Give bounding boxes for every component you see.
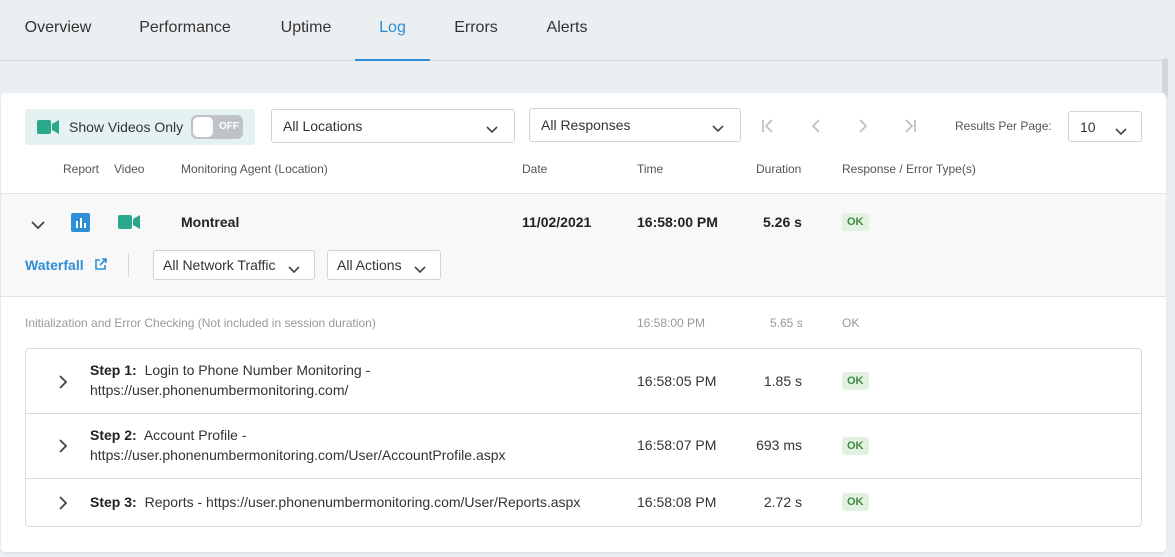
row-agent: Montreal	[181, 214, 240, 230]
column-header-report: Report	[63, 162, 100, 176]
list-item[interactable]: Step 3: Reports - https://user.phonenumb…	[26, 479, 1141, 526]
switch-state-label: OFF	[219, 121, 239, 132]
step-text: Step 1: Login to Phone Number Monitoring…	[90, 362, 371, 398]
chevron-down-icon	[712, 120, 724, 136]
step-text: Step 3: Reports - https://user.phonenumb…	[90, 494, 581, 510]
column-header-duration: Duration	[756, 162, 802, 176]
waterfall-link[interactable]: Waterfall	[25, 257, 107, 274]
next-page-icon[interactable]	[856, 119, 870, 138]
tab-alerts[interactable]: Alerts	[534, 0, 600, 61]
video-camera-icon	[37, 120, 59, 139]
init-status: OK	[842, 316, 860, 330]
video-camera-icon[interactable]	[118, 215, 140, 234]
network-traffic-select[interactable]: All Network Traffic	[153, 250, 315, 280]
locations-select[interactable]: All Locations	[271, 109, 515, 143]
responses-select-value: All Responses	[541, 117, 631, 133]
table-row-expanded: Montreal 11/02/2021 16:58:00 PM 5.26 s O…	[1, 193, 1166, 297]
results-per-page-label: Results Per Page:	[955, 119, 1052, 133]
switch-knob	[193, 117, 213, 137]
results-per-page-select[interactable]: 10	[1068, 111, 1142, 142]
chevron-down-icon[interactable]	[31, 217, 45, 235]
tab-errors[interactable]: Errors	[444, 0, 508, 61]
column-header-video: Video	[114, 162, 145, 176]
step-duration: 2.72 s	[763, 494, 802, 510]
tab-bar: Overview Performance Uptime Log Errors A…	[0, 0, 1165, 61]
chevron-right-icon[interactable]	[58, 375, 68, 394]
column-header-time: Time	[637, 162, 664, 176]
chevron-down-icon	[1115, 123, 1127, 139]
network-traffic-value: All Network Traffic	[163, 257, 276, 273]
column-header-response: Response / Error Type(s)	[842, 162, 976, 176]
results-per-page-value: 10	[1080, 119, 1096, 135]
init-time: 16:58:00 PM	[637, 316, 706, 330]
waterfall-label: Waterfall	[25, 257, 84, 273]
init-duration: 5.65 s	[770, 316, 803, 330]
step-time: 16:58:05 PM	[637, 373, 717, 389]
row-date: 11/02/2021	[522, 214, 592, 230]
prev-page-icon[interactable]	[809, 119, 823, 138]
tab-performance[interactable]: Performance	[130, 0, 240, 61]
status-badge: OK	[842, 213, 869, 231]
actions-select[interactable]: All Actions	[327, 250, 441, 280]
show-videos-label: Show Videos Only	[69, 119, 184, 135]
step-duration: 1.85 s	[763, 373, 802, 389]
status-badge: OK	[842, 493, 869, 511]
column-header-agent: Monitoring Agent (Location)	[181, 162, 328, 176]
status-badge: OK	[842, 372, 869, 390]
chevron-down-icon	[288, 261, 300, 277]
log-card: Show Videos Only OFF All Locations All R…	[1, 93, 1166, 552]
step-time: 16:58:07 PM	[637, 437, 717, 453]
first-page-icon[interactable]	[761, 119, 775, 138]
tab-overview[interactable]: Overview	[14, 0, 102, 61]
chevron-right-icon[interactable]	[58, 439, 68, 458]
init-label: Initialization and Error Checking (Not i…	[25, 316, 376, 330]
last-page-icon[interactable]	[903, 119, 917, 138]
actions-value: All Actions	[337, 257, 402, 273]
responses-select[interactable]: All Responses	[529, 108, 741, 142]
divider	[128, 253, 129, 277]
column-header-date: Date	[522, 162, 548, 176]
step-time: 16:58:08 PM	[637, 494, 717, 510]
chevron-down-icon	[486, 121, 498, 137]
row-duration: 5.26 s	[763, 214, 802, 230]
external-link-icon	[94, 258, 107, 274]
chevron-right-icon[interactable]	[58, 496, 68, 515]
show-videos-switch[interactable]: OFF	[191, 115, 243, 139]
bar-chart-icon[interactable]	[71, 213, 90, 237]
row-time: 16:58:00 PM	[637, 214, 718, 230]
steps-list: Step 1: Login to Phone Number Monitoring…	[25, 348, 1142, 527]
list-item[interactable]: Step 1: Login to Phone Number Monitoring…	[26, 349, 1141, 414]
step-text: Step 2: Account Profile - https://user.p…	[90, 427, 506, 463]
show-videos-toggle-group: Show Videos Only OFF	[25, 109, 255, 145]
step-duration: 693 ms	[756, 437, 802, 453]
status-badge: OK	[842, 437, 869, 455]
scrollbar[interactable]	[1162, 58, 1168, 98]
chevron-down-icon	[414, 261, 426, 277]
tab-log[interactable]: Log	[355, 0, 430, 61]
list-item[interactable]: Step 2: Account Profile - https://user.p…	[26, 414, 1141, 479]
tab-uptime[interactable]: Uptime	[268, 0, 344, 61]
locations-select-value: All Locations	[283, 118, 363, 134]
